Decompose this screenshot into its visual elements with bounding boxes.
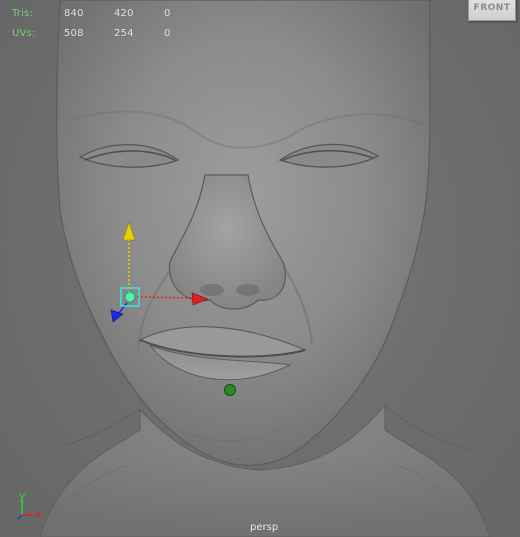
face-mesh[interactable] xyxy=(56,0,431,466)
gizmo-x-axis[interactable] xyxy=(136,296,196,299)
view-axis-triad-icon: y x xyxy=(17,489,42,520)
hud-uvs-selected: 254 xyxy=(114,28,134,39)
axis-x-label: x xyxy=(35,507,42,520)
hud-tris-component: 0 xyxy=(164,8,171,19)
head-model-scene: y x xyxy=(17,0,491,537)
hud-label-tris: Tris: xyxy=(12,8,34,19)
hud-label-uvs: UVs: xyxy=(12,28,36,39)
hud-tris-object: 840 xyxy=(64,8,84,19)
camera-name-label[interactable]: persp xyxy=(250,522,278,533)
hud-uvs-object: 508 xyxy=(64,28,84,39)
hud-row-tris: Tris: 840 420 0 xyxy=(12,4,212,24)
axis-y-label: y xyxy=(19,489,26,502)
viewcube-icon[interactable]: FRONT xyxy=(468,0,516,21)
hud-tris-selected: 420 xyxy=(114,8,134,19)
poly-count-hud: Tris: 840 420 0 UVs: 508 254 0 xyxy=(12,4,212,44)
hud-row-uvs: UVs: 508 254 0 xyxy=(12,24,212,44)
viewcube-face-label: FRONT xyxy=(473,3,511,13)
hud-uvs-component: 0 xyxy=(164,28,171,39)
maya-viewport[interactable]: y x Tris: 840 420 0 UVs: 508 254 0 FRONT… xyxy=(0,0,520,537)
joint-locator[interactable] xyxy=(224,384,236,396)
